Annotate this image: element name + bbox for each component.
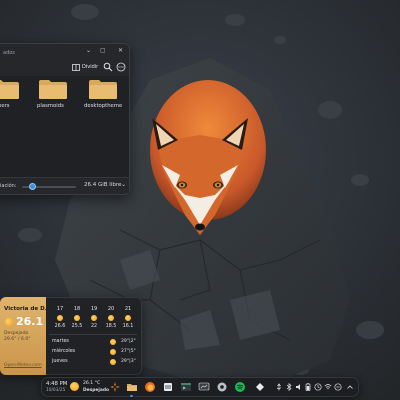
folder-label: plasmoids <box>37 103 64 109</box>
notifications-icon <box>333 382 342 391</box>
forecast-day-temps: 27°|5° <box>121 349 136 354</box>
forecast-day-temps: 29°|3° <box>121 359 136 364</box>
weather-location: Victoria de D... <box>4 306 52 312</box>
sun-icon <box>110 339 116 345</box>
spotify-icon <box>235 382 245 392</box>
sun-icon <box>125 315 131 321</box>
files-icon <box>127 384 137 391</box>
zoom-label: iación: <box>0 183 17 189</box>
forecast-day-temps: 29°|2° <box>121 339 136 344</box>
sun-icon <box>5 318 13 326</box>
battery-icon <box>305 382 310 391</box>
monitor-button[interactable] <box>197 380 211 394</box>
screenshot-icon <box>164 383 172 391</box>
monitor-icon <box>198 382 210 391</box>
files-button[interactable] <box>125 380 139 394</box>
wifi-icon <box>324 383 331 389</box>
screenshot-button[interactable] <box>161 380 175 394</box>
folder-label: desktoptheme <box>84 103 123 109</box>
file-manager-titlebar[interactable] <box>0 43 130 60</box>
forecast-day: martes <box>52 339 69 344</box>
sun-icon <box>74 315 80 321</box>
sun-icon <box>110 349 116 355</box>
show-desktop-icon <box>346 384 353 389</box>
taskbar-weather-condition[interactable]: Despejado <box>83 388 109 393</box>
terminal-icon <box>181 383 191 391</box>
sun-icon <box>57 315 63 321</box>
forecast-hour: 17 <box>56 306 64 312</box>
sun-icon <box>110 359 116 365</box>
notifications-tray[interactable] <box>333 382 342 391</box>
sun-icon <box>108 315 114 321</box>
wifi-tray[interactable] <box>323 382 332 391</box>
forecast-hour-temp: 25.5 <box>71 324 83 329</box>
close-icon[interactable]: ✕ <box>118 47 123 55</box>
battery-tray[interactable] <box>303 382 312 391</box>
active-indicator <box>130 395 133 397</box>
show-desktop-tray[interactable] <box>345 382 354 391</box>
folder-icon[interactable] <box>38 78 68 100</box>
window-title: ados <box>3 50 15 56</box>
folder-icon[interactable] <box>88 78 118 100</box>
weather-temp-range: 29.6° / 6.0° <box>4 337 31 342</box>
chevron-down-icon[interactable]: ⌄ <box>121 181 126 188</box>
forecast-hour: 18 <box>73 306 81 312</box>
usb-tray[interactable] <box>274 382 283 391</box>
forecast-hour-temp: 16.1 <box>122 324 134 329</box>
split-view-label: Dividir <box>82 64 99 70</box>
forecast-day: miércoles <box>52 349 76 354</box>
sun-icon <box>91 315 97 321</box>
forecast-day: jueves <box>52 359 68 364</box>
firefox-icon <box>145 382 155 392</box>
folder-label: pers <box>0 103 10 109</box>
weather-source-link[interactable]: Open-Meteo.com <box>4 363 42 368</box>
split-view-icon <box>72 63 80 71</box>
sun-icon[interactable] <box>70 382 79 391</box>
settings-button[interactable] <box>215 380 229 394</box>
weather-condition: Despejado <box>4 331 29 336</box>
folder-icon[interactable] <box>0 78 20 100</box>
taskbar-weather-temp[interactable]: 26.1 °C <box>83 381 100 386</box>
clock-tray[interactable] <box>313 382 322 391</box>
clock-icon <box>313 382 322 391</box>
forecast-hour-temp: 26.6 <box>54 324 66 329</box>
usb-icon <box>276 382 281 390</box>
forecast-divider <box>49 334 137 335</box>
app-menu-icon <box>110 382 120 392</box>
clock-date[interactable]: 10/03/25 <box>46 388 65 393</box>
forecast-hour-temp: 22 <box>90 324 98 329</box>
settings-icon <box>217 382 227 392</box>
menu-icon[interactable] <box>116 62 126 72</box>
free-space-label: 26.4 GiB libre <box>84 182 122 188</box>
maximize-icon[interactable]: ▢ <box>100 47 106 55</box>
search-icon[interactable] <box>103 62 113 72</box>
forecast-hour: 21 <box>124 306 132 312</box>
forecast-hour: 19 <box>90 306 98 312</box>
clock-time[interactable]: 4:48 PM <box>46 381 67 387</box>
vault-button[interactable] <box>253 380 267 394</box>
app-menu-button[interactable] <box>108 380 122 394</box>
firefox-button[interactable] <box>143 380 157 394</box>
bluetooth-icon <box>286 382 292 391</box>
forecast-hour: 20 <box>107 306 115 312</box>
spotify-button[interactable] <box>233 380 247 394</box>
split-view-button[interactable]: Dividir <box>72 62 98 72</box>
weather-current-temp: 26.1 <box>16 315 44 328</box>
forecast-hour-temp: 18.5 <box>105 324 117 329</box>
terminal-button[interactable] <box>179 380 193 394</box>
volume-icon <box>295 383 300 390</box>
volume-tray[interactable] <box>294 382 303 391</box>
minimize-icon[interactable]: ⌄ <box>86 47 91 55</box>
vault-icon <box>256 383 264 391</box>
bluetooth-tray[interactable] <box>284 382 293 391</box>
